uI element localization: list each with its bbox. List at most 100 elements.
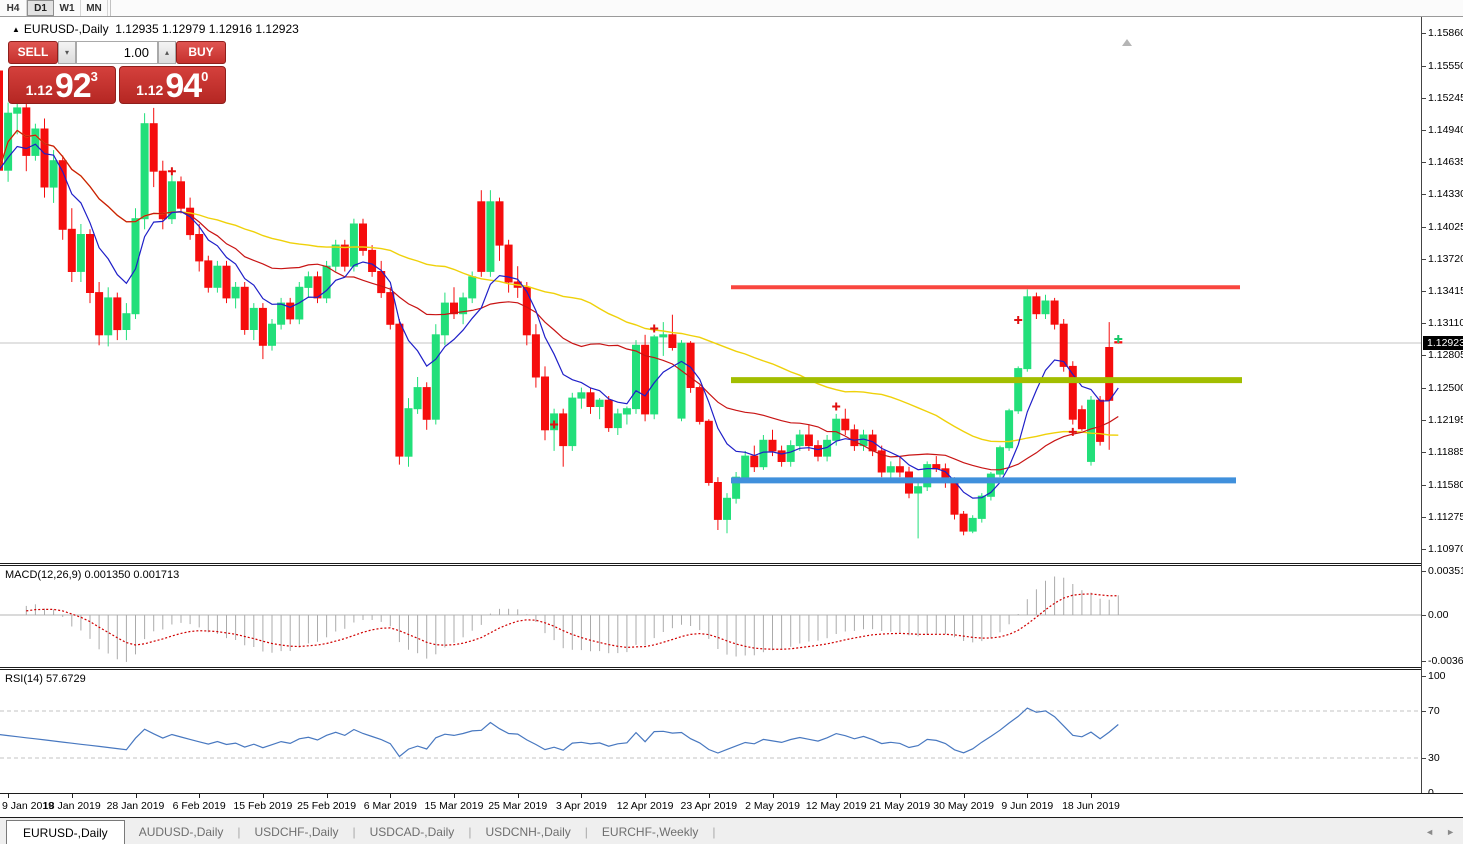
price-axis-tick: 1.12500 bbox=[1428, 382, 1463, 394]
axis-tick-mark bbox=[1422, 323, 1426, 324]
current-price-tag: 1.12923 bbox=[1423, 336, 1463, 350]
date-axis-label: 18 Jun 2019 bbox=[1062, 800, 1120, 812]
axis-tick-mark bbox=[1422, 194, 1426, 195]
rsi-plot[interactable] bbox=[0, 670, 1421, 793]
price-axis-tick: 1.15860 bbox=[1428, 27, 1463, 39]
buy-price-sup: 0 bbox=[201, 69, 208, 84]
date-tick-mark bbox=[1091, 794, 1092, 798]
date-tick-mark bbox=[263, 794, 264, 798]
chart-symbol-period: EURUSD-,Daily bbox=[24, 22, 109, 36]
axis-tick-mark bbox=[1422, 420, 1426, 421]
date-axis-label: 6 Mar 2019 bbox=[364, 800, 417, 812]
price-axis-tick: 1.12195 bbox=[1428, 414, 1463, 426]
axis-tick-mark bbox=[1422, 98, 1426, 99]
macd-label: MACD(12,26,9) 0.001350 0.001713 bbox=[5, 569, 179, 581]
rsi-line bbox=[0, 708, 1118, 756]
date-tick-mark bbox=[136, 794, 137, 798]
date-tick-mark bbox=[390, 794, 391, 798]
buy-price-tile[interactable]: 1.12 94 0 bbox=[119, 66, 227, 104]
date-axis-label: 2 May 2019 bbox=[745, 800, 800, 812]
date-axis-label: 12 Apr 2019 bbox=[617, 800, 674, 812]
date-axis-label: 30 May 2019 bbox=[933, 800, 994, 812]
axis-tick-mark bbox=[1422, 571, 1426, 572]
buy-price-big: 94 bbox=[165, 71, 201, 101]
tab-usdchf-daily[interactable]: USDCHF-,Daily bbox=[241, 820, 353, 844]
axis-tick-mark bbox=[1422, 227, 1426, 228]
sell-price-tile[interactable]: 1.12 92 3 bbox=[8, 66, 116, 104]
date-axis[interactable]: 9 Jan 201918 Jan 201928 Jan 20196 Feb 20… bbox=[0, 793, 1463, 817]
macd-panel: MACD(12,26,9) 0.001350 0.001713 bbox=[0, 566, 1421, 667]
timeframe-d1-button[interactable]: D1 bbox=[27, 0, 54, 16]
tab-usdcad-daily[interactable]: USDCAD-,Daily bbox=[356, 820, 469, 844]
axis-tick-mark bbox=[1422, 676, 1426, 677]
date-axis-label: 28 Jan 2019 bbox=[107, 800, 165, 812]
volume-decrease-spinner[interactable]: ▾ bbox=[58, 41, 76, 64]
axis-tick-mark bbox=[1422, 615, 1426, 616]
sell-button[interactable]: SELL bbox=[8, 41, 58, 64]
price-axis-tick: 1.14940 bbox=[1428, 124, 1463, 136]
price-axis-tick: 1.13415 bbox=[1428, 285, 1463, 297]
trade-cross-marker bbox=[1014, 316, 1022, 324]
rsi-label: RSI(14) 57.6729 bbox=[5, 673, 86, 685]
axis-tick-mark bbox=[1422, 661, 1426, 662]
date-axis-label: 15 Mar 2019 bbox=[425, 800, 484, 812]
axis-tick-mark bbox=[1422, 485, 1426, 486]
sell-price-big: 92 bbox=[55, 71, 91, 101]
date-tick-mark bbox=[199, 794, 200, 798]
chart-ohlc-values: 1.12935 1.12979 1.12916 1.12923 bbox=[115, 22, 299, 36]
price-axis-tick: 1.15550 bbox=[1428, 60, 1463, 72]
axis-tick-mark bbox=[1422, 66, 1426, 67]
axis-tick-mark bbox=[1422, 452, 1426, 453]
price-axis[interactable]: 1.15860 1.15550 1.15245 1.14940 1.14635 1.143… bbox=[1421, 17, 1463, 793]
volume-input[interactable]: 1.00 bbox=[76, 41, 158, 64]
timeframe-w1-button[interactable]: W1 bbox=[54, 0, 81, 16]
axis-tick-mark bbox=[1422, 162, 1426, 163]
macd-axis-tick: -0.00367 bbox=[1428, 655, 1463, 667]
buy-button[interactable]: BUY bbox=[176, 41, 226, 64]
date-tick-mark bbox=[836, 794, 837, 798]
rsi-axis-tick: 100 bbox=[1428, 670, 1446, 682]
axis-tick-mark bbox=[1422, 130, 1426, 131]
chart-title: ▲ EURUSD-,Daily 1.12935 1.12979 1.12916 1… bbox=[12, 22, 299, 36]
rsi-panel: RSI(14) 57.6729 bbox=[0, 670, 1421, 793]
sell-price-sup: 3 bbox=[91, 69, 98, 84]
price-axis-tick: 1.14635 bbox=[1428, 156, 1463, 168]
collapse-triangle-icon[interactable]: ▲ bbox=[12, 25, 20, 34]
tab-eurchf-weekly[interactable]: EURCHF-,Weekly bbox=[588, 820, 712, 844]
macd-plot[interactable] bbox=[0, 566, 1421, 667]
panel-separator[interactable] bbox=[0, 667, 1463, 668]
date-axis-label: 6 Feb 2019 bbox=[173, 800, 226, 812]
panel-separator[interactable] bbox=[0, 563, 1463, 564]
date-tick-mark bbox=[8, 794, 9, 798]
price-axis-tick: 1.14330 bbox=[1428, 188, 1463, 200]
rsi-axis-tick: 30 bbox=[1428, 752, 1440, 764]
tab-usdcnh-daily[interactable]: USDCNH-,Daily bbox=[471, 820, 584, 844]
axis-tick-mark bbox=[1422, 711, 1426, 712]
tab-audusd-daily[interactable]: AUDUSD-,Daily bbox=[125, 820, 238, 844]
date-tick-mark bbox=[645, 794, 646, 798]
date-axis-label: 3 Apr 2019 bbox=[556, 800, 607, 812]
price-chart-panel: ▲ EURUSD-,Daily 1.12935 1.12979 1.12916 1… bbox=[0, 17, 1421, 563]
timeframe-h4-button[interactable]: H4 bbox=[0, 0, 27, 16]
date-axis-label: 12 May 2019 bbox=[806, 800, 867, 812]
price-axis-tick: 1.15245 bbox=[1428, 92, 1463, 104]
trading-platform-window: H4 D1 W1 MN ▲ EURUSD-,Daily 1.12935 1.129… bbox=[0, 0, 1463, 844]
timeframe-mn-button[interactable]: MN bbox=[81, 0, 108, 16]
tab-eurusd-daily[interactable]: EURUSD-,Daily bbox=[6, 820, 125, 844]
tab-scroll-right-icon[interactable]: ► bbox=[1446, 827, 1455, 837]
axis-tick-mark bbox=[1422, 291, 1426, 292]
date-tick-mark bbox=[900, 794, 901, 798]
timeframe-toolbar: H4 D1 W1 MN bbox=[0, 0, 1463, 17]
rsi-axis-tick: 70 bbox=[1428, 705, 1440, 717]
date-tick-mark bbox=[518, 794, 519, 798]
volume-increase-spinner[interactable]: ▴ bbox=[158, 41, 176, 64]
macd-axis-tick: 0.00 bbox=[1428, 609, 1448, 621]
date-axis-label: 21 May 2019 bbox=[870, 800, 931, 812]
axis-tick-mark bbox=[1422, 517, 1426, 518]
date-tick-mark bbox=[72, 794, 73, 798]
price-axis-tick: 1.11275 bbox=[1428, 511, 1463, 523]
tab-separator: | bbox=[712, 820, 715, 844]
price-axis-tick: 1.11580 bbox=[1428, 479, 1463, 491]
date-axis-label: 25 Feb 2019 bbox=[297, 800, 356, 812]
tab-scroll-left-icon[interactable]: ◄ bbox=[1425, 827, 1434, 837]
